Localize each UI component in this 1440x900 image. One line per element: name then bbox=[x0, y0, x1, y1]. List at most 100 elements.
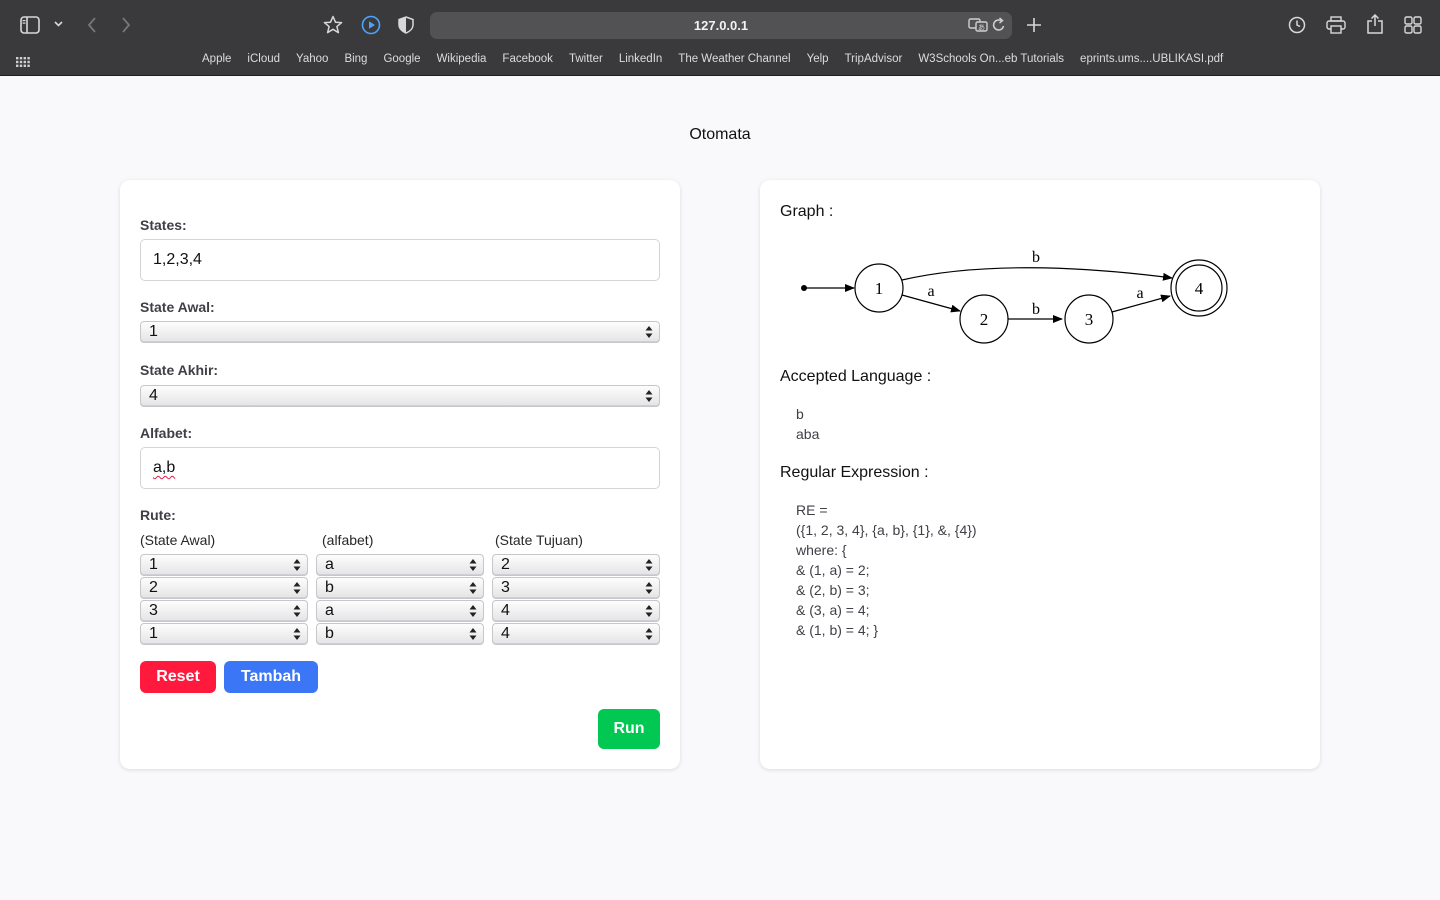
start-state-value: 1 bbox=[149, 323, 158, 340]
state-label-3: 3 bbox=[1085, 310, 1094, 329]
select-arrows-icon bbox=[645, 628, 653, 640]
alphabet-input-value: a,b bbox=[153, 459, 176, 476]
rule-to-value: 3 bbox=[501, 579, 510, 596]
select-arrows-icon bbox=[469, 605, 477, 617]
rule-to-select[interactable]: 4 bbox=[492, 623, 660, 645]
back-icon[interactable] bbox=[87, 17, 97, 33]
forward-icon[interactable] bbox=[121, 17, 131, 33]
bookmarks-bar: Apple iCloud Yahoo Bing Google Wikipedia… bbox=[0, 50, 1440, 70]
bookmark-bing[interactable]: Bing bbox=[344, 53, 367, 65]
rules-label: Rute: bbox=[140, 507, 176, 523]
shield-icon[interactable] bbox=[398, 16, 414, 34]
bookmark-icloud[interactable]: iCloud bbox=[247, 53, 280, 65]
select-arrows-icon bbox=[645, 582, 653, 594]
share-icon[interactable] bbox=[1367, 14, 1383, 34]
bookmark-list: Apple iCloud Yahoo Bing Google Wikipedia… bbox=[202, 53, 1239, 65]
new-tab-icon[interactable] bbox=[1026, 17, 1042, 33]
rule-column-symbol: (alfabet) bbox=[322, 532, 374, 548]
rule-symbol-value: a bbox=[325, 556, 334, 573]
regex-line: & (1, b) = 4; } bbox=[796, 622, 879, 638]
bookmark-yahoo[interactable]: Yahoo bbox=[296, 53, 328, 65]
regex-title: Regular Expression : bbox=[780, 464, 929, 481]
bookmark-w3schools[interactable]: W3Schools On...eb Tutorials bbox=[918, 53, 1064, 65]
reload-icon[interactable] bbox=[992, 17, 1006, 33]
rule-to-select[interactable]: 4 bbox=[492, 600, 660, 622]
bookmark-linkedin[interactable]: LinkedIn bbox=[619, 53, 662, 65]
select-arrows-icon bbox=[293, 582, 301, 594]
regex-line: RE = bbox=[796, 502, 828, 518]
rule-symbol-select[interactable]: a bbox=[316, 554, 484, 576]
rule-from-value: 2 bbox=[149, 579, 158, 596]
alphabet-label: Alfabet: bbox=[140, 425, 193, 441]
select-arrows-icon bbox=[293, 559, 301, 571]
bookmark-weather-channel[interactable]: The Weather Channel bbox=[678, 53, 790, 65]
select-arrows-icon bbox=[469, 582, 477, 594]
bookmark-star-icon[interactable] bbox=[323, 15, 343, 35]
start-state-label: State Awal: bbox=[140, 299, 215, 315]
states-label: States: bbox=[140, 217, 187, 233]
rule-symbol-select[interactable]: b bbox=[316, 577, 484, 599]
page-title: Otomata bbox=[689, 126, 751, 143]
rule-column-from: (State Awal) bbox=[140, 532, 216, 548]
start-state-select[interactable]: 1 bbox=[140, 321, 660, 343]
sidebar-icon[interactable] bbox=[20, 16, 40, 34]
bookmark-twitter[interactable]: Twitter bbox=[569, 53, 603, 65]
rule-symbol-value: a bbox=[325, 602, 334, 619]
run-button[interactable]: Run bbox=[598, 709, 660, 749]
translate-icon[interactable]: あ bbox=[968, 17, 988, 33]
bookmark-eprints[interactable]: eprints.ums....UBLIKASI.pdf bbox=[1080, 53, 1223, 65]
rule-symbol-value: b bbox=[325, 625, 334, 642]
automaton-graph: b a b a 1 2 3 4 bbox=[801, 249, 1228, 344]
result-card: Graph : b a b a 1 2 3 4 Accepted Languag… bbox=[760, 180, 1320, 769]
print-icon[interactable] bbox=[1326, 16, 1346, 34]
accepted-word: aba bbox=[796, 426, 820, 442]
rule-symbol-value: b bbox=[325, 579, 334, 596]
bookmark-facebook[interactable]: Facebook bbox=[502, 53, 553, 65]
chevron-down-icon[interactable] bbox=[54, 21, 63, 27]
final-state-select[interactable]: 4 bbox=[140, 385, 660, 407]
automaton-form-card: States: 1,2,3,4 State Awal: 1 State Akhi… bbox=[120, 180, 680, 769]
select-arrows-icon bbox=[293, 605, 301, 617]
bookmark-apple[interactable]: Apple bbox=[202, 53, 231, 65]
regex-line: where: { bbox=[796, 542, 847, 558]
state-label-4: 4 bbox=[1195, 279, 1204, 298]
address-bar[interactable]: 127.0.0.1 あ bbox=[430, 12, 1012, 39]
state-label-1: 1 bbox=[875, 279, 884, 298]
states-input[interactable]: 1,2,3,4 bbox=[140, 239, 660, 281]
add-rule-button[interactable]: Tambah bbox=[224, 661, 318, 693]
edge-1-4 bbox=[901, 267, 1173, 281]
regex-output: RE = ({1, 2, 3, 4}, {a, b}, {1}, &, {4})… bbox=[796, 500, 977, 640]
rule-from-select[interactable]: 2 bbox=[140, 577, 308, 599]
browser-toolbar: 127.0.0.1 あ Apple iCloud Yahoo Bing Goog… bbox=[0, 0, 1440, 76]
select-arrows-icon bbox=[645, 605, 653, 617]
bookmark-yelp[interactable]: Yelp bbox=[807, 53, 829, 65]
final-state-label: State Akhir: bbox=[140, 362, 219, 378]
regex-line: & (3, a) = 4; bbox=[796, 602, 870, 618]
accepted-language-list: b aba bbox=[796, 404, 819, 444]
rule-to-select[interactable]: 3 bbox=[492, 577, 660, 599]
bookmark-wikipedia[interactable]: Wikipedia bbox=[437, 53, 487, 65]
play-icon[interactable] bbox=[361, 15, 381, 35]
edge-label-1-4: b bbox=[1032, 249, 1040, 266]
rule-column-to: (State Tujuan) bbox=[495, 532, 583, 548]
grid-icon[interactable] bbox=[16, 54, 30, 72]
rule-from-select[interactable]: 1 bbox=[140, 554, 308, 576]
history-icon[interactable] bbox=[1288, 16, 1306, 34]
rule-symbol-select[interactable]: b bbox=[316, 623, 484, 645]
edge-label-2-3: b bbox=[1032, 301, 1040, 318]
select-arrows-icon bbox=[469, 559, 477, 571]
edge-label-1-2: a bbox=[927, 283, 934, 300]
rule-to-select[interactable]: 2 bbox=[492, 554, 660, 576]
alphabet-input[interactable]: a,b bbox=[140, 447, 660, 489]
rule-symbol-select[interactable]: a bbox=[316, 600, 484, 622]
select-arrows-icon bbox=[645, 390, 653, 402]
bookmark-google[interactable]: Google bbox=[383, 53, 420, 65]
reset-button[interactable]: Reset bbox=[140, 661, 216, 693]
rule-from-select[interactable]: 1 bbox=[140, 623, 308, 645]
tab-overview-icon[interactable] bbox=[1404, 16, 1422, 34]
regex-line: ({1, 2, 3, 4}, {a, b}, {1}, &, {4}) bbox=[796, 522, 977, 538]
bookmark-tripadvisor[interactable]: TripAdvisor bbox=[845, 53, 903, 65]
rule-from-select[interactable]: 3 bbox=[140, 600, 308, 622]
edge-label-3-4: a bbox=[1136, 285, 1143, 302]
final-state-value: 4 bbox=[149, 387, 158, 404]
